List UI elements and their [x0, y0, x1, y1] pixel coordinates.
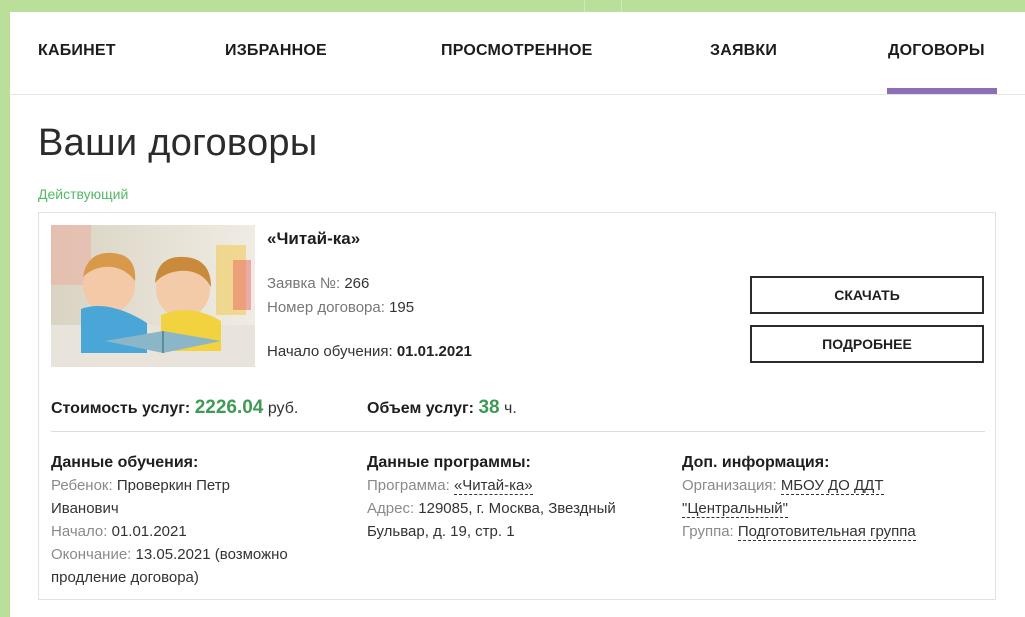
child-row: Ребенок: Проверкин Петр: [51, 474, 351, 497]
group-row: Группа: Подготовительная группа: [682, 520, 982, 543]
service-volume-value: 38: [478, 397, 500, 418]
contract-card: «Читай-ка» Заявка №: 266 Номер договора:…: [38, 212, 996, 600]
address-value: 129085, г. Москва, Звездный: [418, 500, 616, 517]
nav-tab-favorites[interactable]: ИЗБРАННОЕ: [225, 42, 327, 60]
service-cost-value: 2226.04: [194, 397, 264, 418]
contract-number-value: 195: [389, 299, 415, 316]
end-value-continued: продление договора): [51, 569, 199, 586]
page-title: Ваши договоры: [38, 122, 318, 164]
service-cost: Стоимость услуг: 2226.04 руб.: [51, 397, 298, 419]
end-row: Окончание: 13.05.2021 (возможно: [51, 543, 351, 566]
active-tab-indicator: [887, 88, 997, 94]
study-start: Начало обучения: 01.01.2021: [267, 343, 472, 360]
address-row: Адрес: 129085, г. Москва, Звездный: [367, 497, 677, 520]
card-divider: [51, 431, 985, 432]
child-name: Проверкин Петр: [116, 477, 230, 494]
application-number-value: 266: [344, 275, 370, 292]
address-value-continued: Бульвар, д. 19, стр. 1: [367, 523, 515, 540]
service-cost-label: Стоимость услуг:: [51, 400, 191, 417]
organization-link-continued[interactable]: "Центральный": [682, 500, 788, 518]
top-strip: [0, 0, 1025, 12]
child-label: Ребенок:: [51, 477, 113, 494]
service-volume-unit: ч.: [504, 400, 517, 417]
children-reading-image: [51, 225, 255, 367]
contract-number: Номер договора: 195: [267, 299, 414, 316]
cabinet-nav: КАБИНЕТ ИЗБРАННОЕ ПРОСМОТРЕННОЕ ЗАЯВКИ Д…: [10, 12, 1025, 95]
nav-tab-cabinet[interactable]: КАБИНЕТ: [38, 42, 116, 60]
study-data-heading: Данные обучения:: [51, 454, 199, 471]
program-photo: [51, 225, 255, 367]
organization-row-continued: "Центральный": [682, 497, 982, 520]
contract-status: Действующий: [38, 186, 129, 202]
end-label: Окончание:: [51, 546, 132, 563]
program-row: Программа: «Читай-ка»: [367, 474, 677, 497]
service-volume-label: Объем услуг:: [367, 400, 474, 417]
top-divider: [621, 0, 622, 12]
extra-info-heading: Доп. информация:: [682, 454, 830, 471]
organization-link[interactable]: МБОУ ДО ДДТ: [780, 477, 884, 495]
organization-row: Организация: МБОУ ДО ДДТ: [682, 474, 982, 497]
program-label: Программа:: [367, 477, 450, 494]
download-button[interactable]: СКАЧАТЬ: [750, 276, 984, 314]
begin-label: Начало:: [51, 523, 108, 540]
service-volume: Объем услуг: 38 ч.: [367, 397, 517, 419]
study-data-column: Данные обучения: Ребенок: Проверкин Петр…: [51, 451, 351, 589]
nav-tab-applications[interactable]: ЗАЯВКИ: [710, 42, 777, 60]
contracts-panel: КАБИНЕТ ИЗБРАННОЕ ПРОСМОТРЕННОЕ ЗАЯВКИ Д…: [10, 12, 1025, 617]
program-link[interactable]: «Читай-ка»: [453, 477, 533, 495]
nav-tab-contracts[interactable]: ДОГОВОРЫ: [888, 42, 985, 60]
address-label: Адрес:: [367, 500, 415, 517]
organization-label: Организация:: [682, 477, 777, 494]
study-start-label: Начало обучения:: [267, 343, 393, 360]
nav-tab-viewed[interactable]: ПРОСМОТРЕННОЕ: [441, 42, 592, 60]
begin-row: Начало: 01.01.2021: [51, 520, 351, 543]
child-name-continued: Иванович: [51, 500, 119, 517]
contract-number-label: Номер договора:: [267, 299, 385, 316]
group-link[interactable]: Подготовительная группа: [737, 523, 916, 541]
contract-program-title: «Читай-ка»: [267, 229, 361, 248]
application-number: Заявка №: 266: [267, 275, 369, 292]
end-value: 13.05.2021 (возможно: [135, 546, 288, 563]
program-data-column: Данные программы: Программа: «Читай-ка» …: [367, 451, 677, 543]
application-number-label: Заявка №:: [267, 275, 341, 292]
program-data-heading: Данные программы:: [367, 454, 531, 471]
group-label: Группа:: [682, 523, 734, 540]
begin-value: 01.01.2021: [111, 523, 187, 540]
service-cost-unit: руб.: [267, 400, 299, 417]
details-button[interactable]: ПОДРОБНЕЕ: [750, 325, 984, 363]
top-divider: [584, 0, 585, 12]
extra-info-column: Доп. информация: Организация: МБОУ ДО ДД…: [682, 451, 982, 543]
study-start-value: 01.01.2021: [396, 343, 472, 360]
